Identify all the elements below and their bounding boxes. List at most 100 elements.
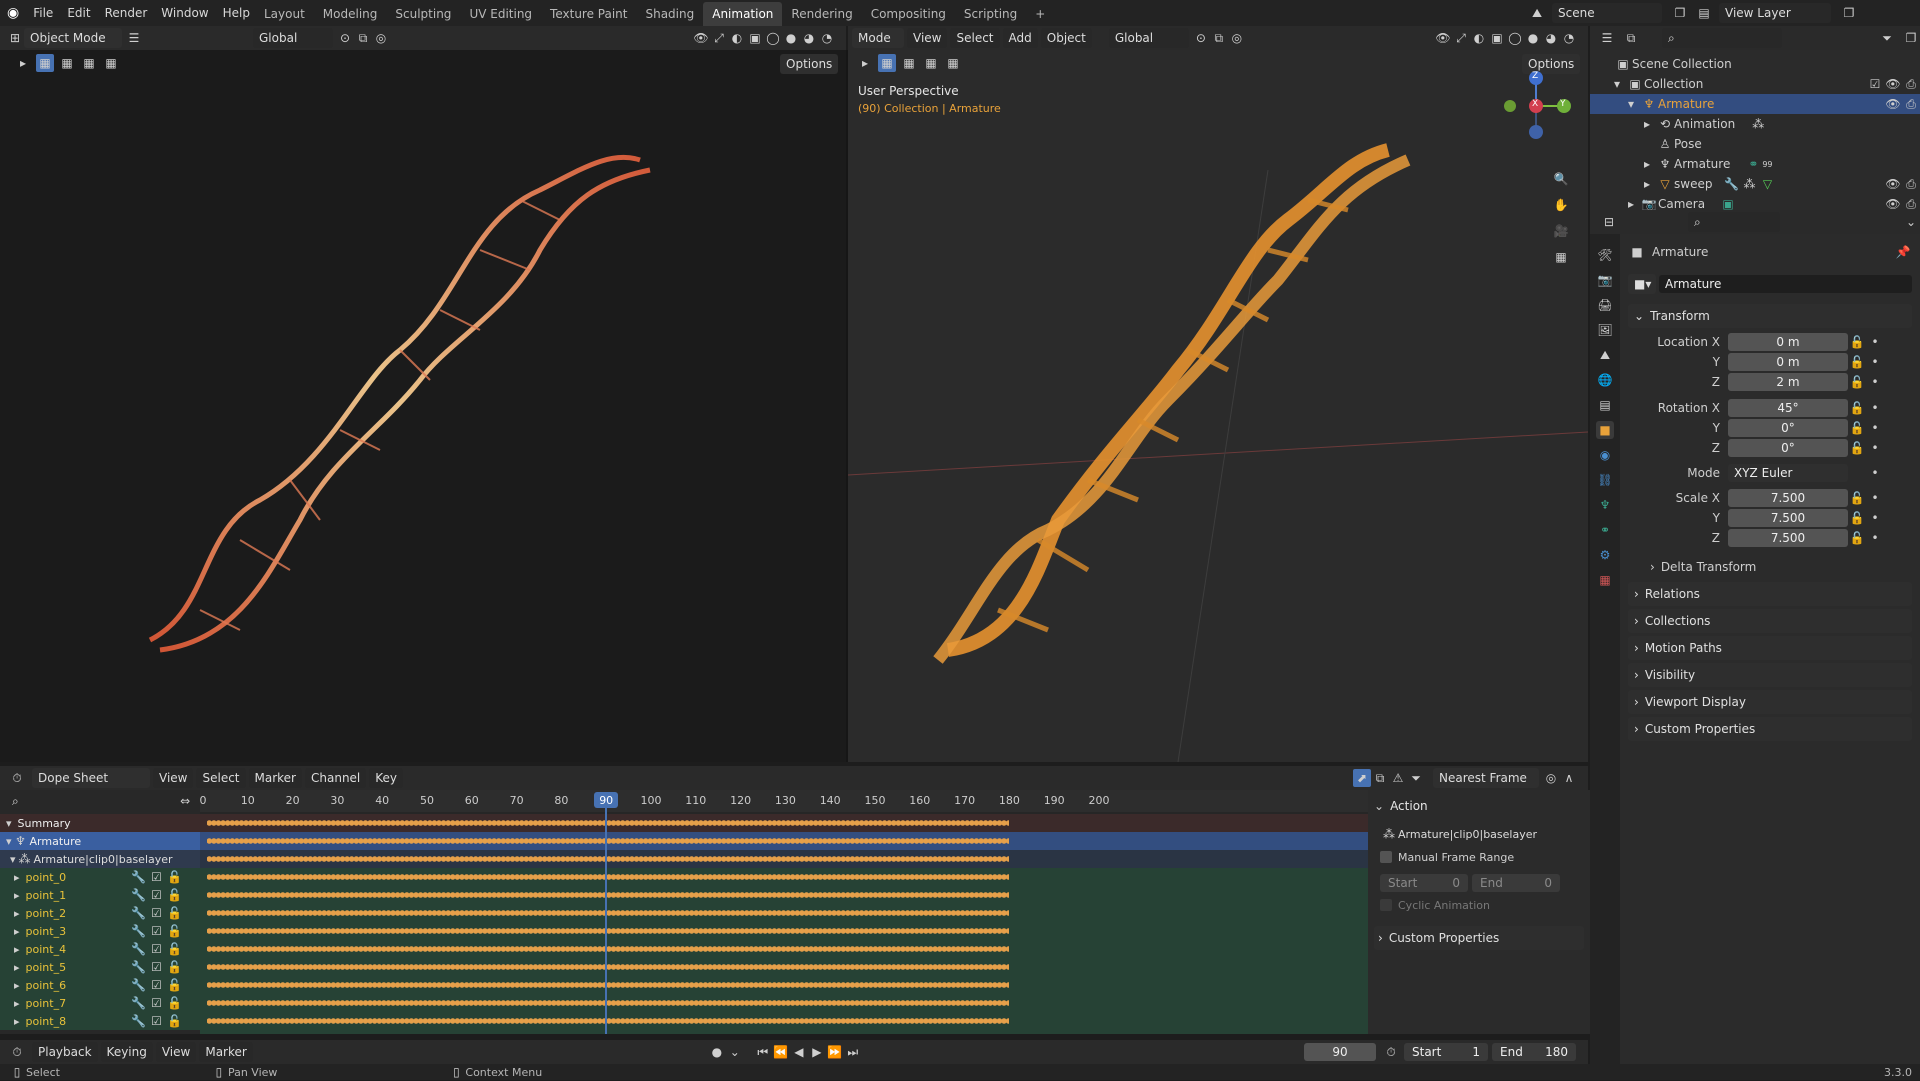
jump-start-icon[interactable]: ⏮ [754,1043,772,1061]
lock-icon[interactable]: 🔓 [1848,333,1866,351]
cyclic-checkbox[interactable] [1380,899,1392,911]
wrench-icon[interactable]: 🔧 [130,904,148,922]
view-layer-tab-icon[interactable]: 🖼 [1596,321,1614,339]
scale-x-field[interactable]: 7.500 [1728,489,1848,507]
rotation-mode-dropdown[interactable]: XYZ Euler [1728,464,1848,482]
snap-icon[interactable]: ⧉ [354,29,372,47]
pin-icon[interactable]: 📌 [1894,243,1912,261]
channel-point[interactable]: ▸ point_2 🔧 ☑ 🔓 [0,904,200,922]
checkbox-icon[interactable]: ☑ [148,976,166,994]
channel-point[interactable]: ▸ point_8 🔧 ☑ 🔓 [0,1012,200,1030]
solid-shading-icon[interactable]: ● [782,29,800,47]
tab-texture-paint[interactable]: Texture Paint [541,2,636,26]
keyframe-row[interactable] [207,852,1010,866]
checkbox-icon[interactable]: ☑ [1866,75,1884,93]
lock-icon[interactable]: 🔓 [166,1012,184,1030]
checkbox-icon[interactable]: ☑ [148,1012,166,1030]
keyframe-dot-icon[interactable]: • [1866,419,1884,437]
tab-modeling[interactable]: Modeling [314,2,387,26]
channel-point[interactable]: ▸ point_1 🔧 ☑ 🔓 [0,886,200,904]
object-mode-dropdown[interactable]: Object Mode [24,28,122,48]
keyframe-type-icon[interactable]: ⌄ [726,1043,744,1061]
current-frame-indicator[interactable]: 90 [594,792,619,808]
bone-constraint-tab-icon[interactable]: ⚙ [1596,546,1614,564]
ds-menu-key[interactable]: Key [369,768,404,788]
right-viewport[interactable]: ▸ ▦ ▦ ▦ ▦ Options User Perspective (90) … [848,50,1588,762]
menu-select[interactable]: Select [950,28,1000,48]
play-reverse-icon[interactable]: ◀ [790,1043,808,1061]
ds-filter-icon[interactable]: ⏷ [1407,769,1425,787]
wrench-icon[interactable]: 🔧 [130,1012,148,1030]
rotation-z-field[interactable]: 0° [1728,439,1848,457]
timeline-editor-icon[interactable]: ⏱ [8,1043,26,1061]
keyframe-row[interactable] [207,996,1010,1010]
texture-tab-icon[interactable]: ▦ [1596,571,1614,589]
add-workspace-icon[interactable]: + [1026,2,1054,26]
properties-search-input[interactable]: ⌕ [1688,212,1780,232]
only-errors-icon[interactable]: ⚠ [1389,769,1407,787]
eye-icon[interactable]: 👁 [1884,175,1902,193]
dopesheet-timeline[interactable]: 0 10 20 30 40 50 60 70 80 90 100 110 120 130 140 150 160… [200,790,1368,1034]
right-gizmo-icon[interactable]: ⤢ [1452,29,1470,47]
checkbox-icon[interactable]: ☑ [148,958,166,976]
expand-icon[interactable]: ▸ [1628,197,1640,211]
visibility-section[interactable]: › Visibility [1628,663,1912,687]
show-hidden-icon[interactable]: ⧉ [1371,769,1389,787]
tool-tab-icon[interactable]: 🛠 [1596,246,1614,264]
xray-icon[interactable]: ▣ [746,29,764,47]
lock-icon[interactable]: 🔓 [166,976,184,994]
location-y-field[interactable]: 0 m [1728,353,1848,371]
keyframe-dot-icon[interactable]: • [1866,464,1884,482]
keyframe-dot-icon[interactable]: • [1866,509,1884,527]
lock-icon[interactable]: 🔓 [166,994,184,1012]
playhead-line[interactable] [605,806,608,1034]
ds-menu-channel[interactable]: Channel [305,768,367,788]
camera-render-icon[interactable]: ⎙ [1902,95,1920,113]
menu-file[interactable]: File [26,0,60,26]
visibility-icon[interactable]: 👁 [692,29,710,47]
new-collection-icon[interactable]: ❐ [1902,29,1920,47]
swap-icon[interactable]: ⇔ [176,792,194,810]
keyframe-row[interactable] [207,978,1010,992]
editor-type-icon[interactable]: ⊞ [6,29,24,47]
lock-icon[interactable]: 🔓 [1848,353,1866,371]
interpolation-icon[interactable]: ∧ [1560,769,1578,787]
menu-view[interactable]: View [907,28,948,48]
right-orientation-dropdown[interactable]: Global [1108,28,1189,48]
keyframe-row[interactable] [207,960,1010,974]
expand-icon[interactable]: ▸ [1644,157,1656,171]
render-tab-icon[interactable]: 📷 [1596,271,1614,289]
lock-icon[interactable]: 🔓 [166,940,184,958]
lock-icon[interactable]: 🔓 [1848,399,1866,417]
navigation-gizmo[interactable]: Z Y X [1498,68,1574,144]
eye-icon[interactable]: 👁 [1884,75,1902,93]
delta-transform-section[interactable]: › Delta Transform [1628,556,1912,578]
material-shading-icon[interactable]: ◕ [800,29,818,47]
tab-layout[interactable]: Layout [255,2,314,26]
right-xray-icon[interactable]: ▣ [1488,29,1506,47]
menu-window[interactable]: Window [154,0,215,26]
next-keyframe-icon[interactable]: ⏩ [826,1043,844,1061]
pan-hand-icon[interactable]: ✋ [1552,196,1570,214]
ds-menu-view[interactable]: View [153,768,194,788]
channel-summary[interactable]: ▾ Summary [0,814,200,832]
menu-help[interactable]: Help [216,0,257,26]
wrench-icon[interactable]: 🔧 [130,940,148,958]
snap-dropdown[interactable]: Nearest Frame [1433,768,1539,788]
tab-sculpting[interactable]: Sculpting [386,2,460,26]
overlay-icon[interactable]: ◐ [728,29,746,47]
transform-section[interactable]: ⌄ Transform [1628,304,1912,328]
expand-icon[interactable]: ▸ [1644,177,1656,191]
outliner-editor-icon[interactable]: ☰ [1598,29,1616,47]
rendered-shading-icon[interactable]: ◔ [818,29,836,47]
keyframe-row[interactable] [207,870,1010,884]
camera-render-icon[interactable]: ⎙ [1902,175,1920,193]
tl-marker-menu[interactable]: Marker [199,1042,253,1062]
physics-tab-icon[interactable]: ◉ [1596,446,1614,464]
start-field[interactable]: Start 0 [1380,874,1468,892]
tab-animation[interactable]: Animation [703,2,783,26]
keyframe-dot-icon[interactable]: • [1866,333,1884,351]
channel-armature[interactable]: ▾ ♆ Armature [0,832,200,850]
tl-view-menu[interactable]: View [155,1042,197,1062]
playback-menu[interactable]: Playback [32,1042,98,1062]
